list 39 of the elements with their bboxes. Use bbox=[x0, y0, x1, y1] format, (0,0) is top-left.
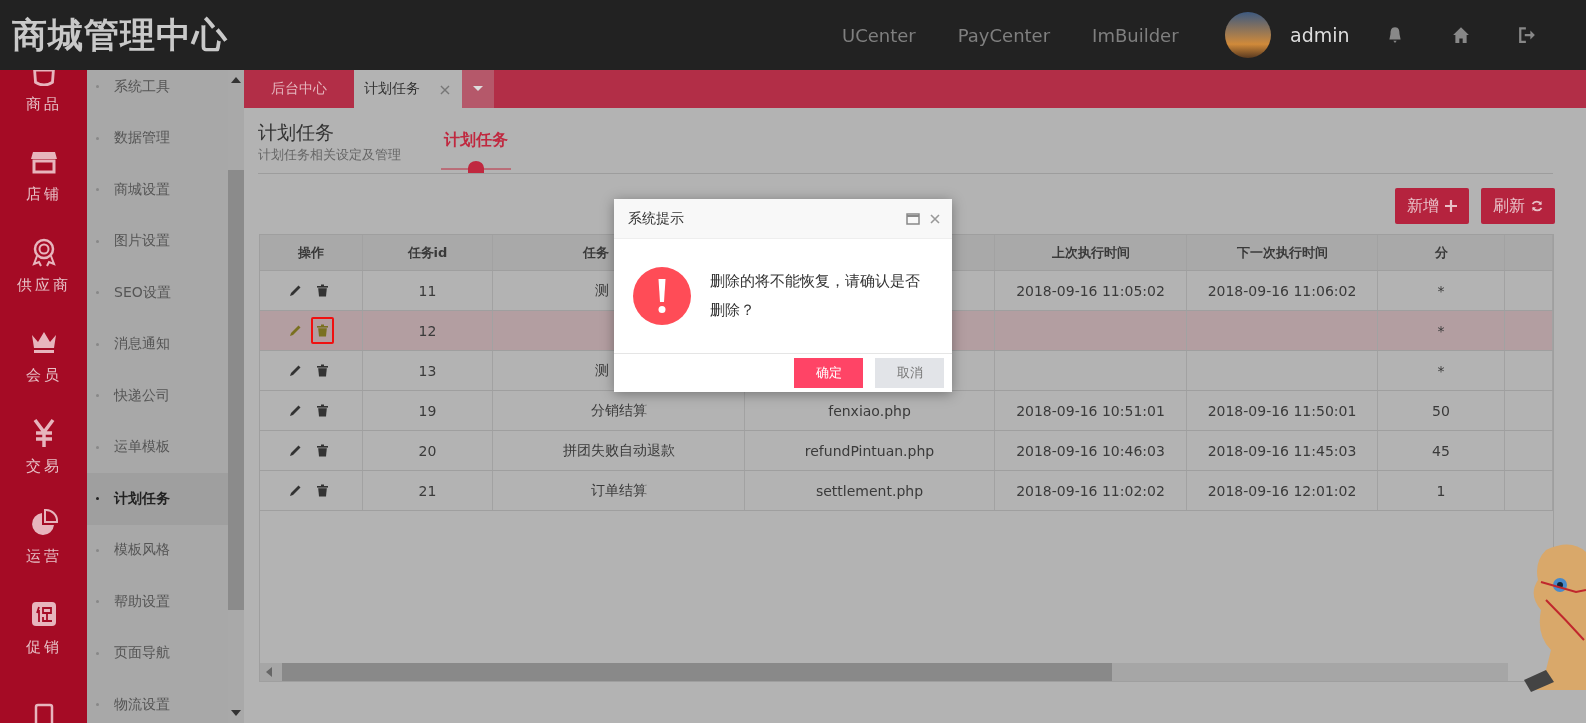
table-cell: 21 bbox=[418, 482, 437, 499]
table-cell: 2018-09-16 11:02:02 bbox=[1016, 482, 1165, 499]
table-cell: 分销结算 bbox=[590, 401, 647, 420]
dialog-title: 系统提示 bbox=[628, 209, 685, 228]
table-cell: 测 bbox=[595, 361, 609, 380]
table-cell: 13 bbox=[418, 362, 437, 379]
column-header: 操作 bbox=[298, 243, 324, 262]
table-cell: 11 bbox=[418, 282, 437, 299]
table-cell: 订单结算 bbox=[590, 481, 647, 500]
table-cell: refundPintuan.php bbox=[804, 442, 935, 459]
table-cell: 20 bbox=[418, 442, 437, 459]
table-cell: 拼团失败自动退款 bbox=[562, 441, 675, 460]
table-cell: 测 bbox=[595, 281, 609, 300]
column-header: 上次执行时间 bbox=[1051, 243, 1130, 262]
table-cell: 2018-09-16 10:46:03 bbox=[1016, 442, 1165, 459]
column-header: 任务 bbox=[583, 243, 609, 262]
table-cell: 2018-09-16 10:51:01 bbox=[1016, 402, 1165, 419]
table-cell: * bbox=[1437, 282, 1445, 299]
table-cell: 2018-09-16 11:05:02 bbox=[1016, 282, 1165, 299]
table-cell: * bbox=[1437, 362, 1445, 379]
table-cell: 2018-09-16 11:45:03 bbox=[1207, 442, 1357, 459]
table-cell: fenxiao.php bbox=[828, 402, 911, 419]
column-header: 下一次执行时间 bbox=[1236, 243, 1328, 262]
table-cell: 50 bbox=[1432, 402, 1450, 419]
page-title: 计划任务 bbox=[258, 120, 335, 145]
app-logo-title: 商城管理中心 bbox=[12, 13, 229, 57]
dialog-message: 删除的将不能恢复，请确认是否删除？ bbox=[710, 271, 921, 321]
table-cell: 12 bbox=[418, 322, 437, 339]
page-subtitle: 计划任务相关设定及管理 bbox=[258, 146, 401, 164]
table-cell: * bbox=[1437, 322, 1445, 339]
table-cell: 1 bbox=[1436, 482, 1446, 499]
column-header: 任务id bbox=[407, 243, 448, 262]
table-cell: settlement.php bbox=[815, 482, 924, 499]
table-cell: 2018-09-16 11:06:02 bbox=[1207, 282, 1357, 299]
table-cell: 2018-09-16 12:01:02 bbox=[1207, 482, 1357, 499]
column-header: 分 bbox=[1434, 243, 1448, 262]
table-cell: 45 bbox=[1432, 442, 1450, 459]
table-cell: 2018-09-16 11:50:01 bbox=[1207, 402, 1357, 419]
table-cell: 19 bbox=[418, 402, 437, 419]
